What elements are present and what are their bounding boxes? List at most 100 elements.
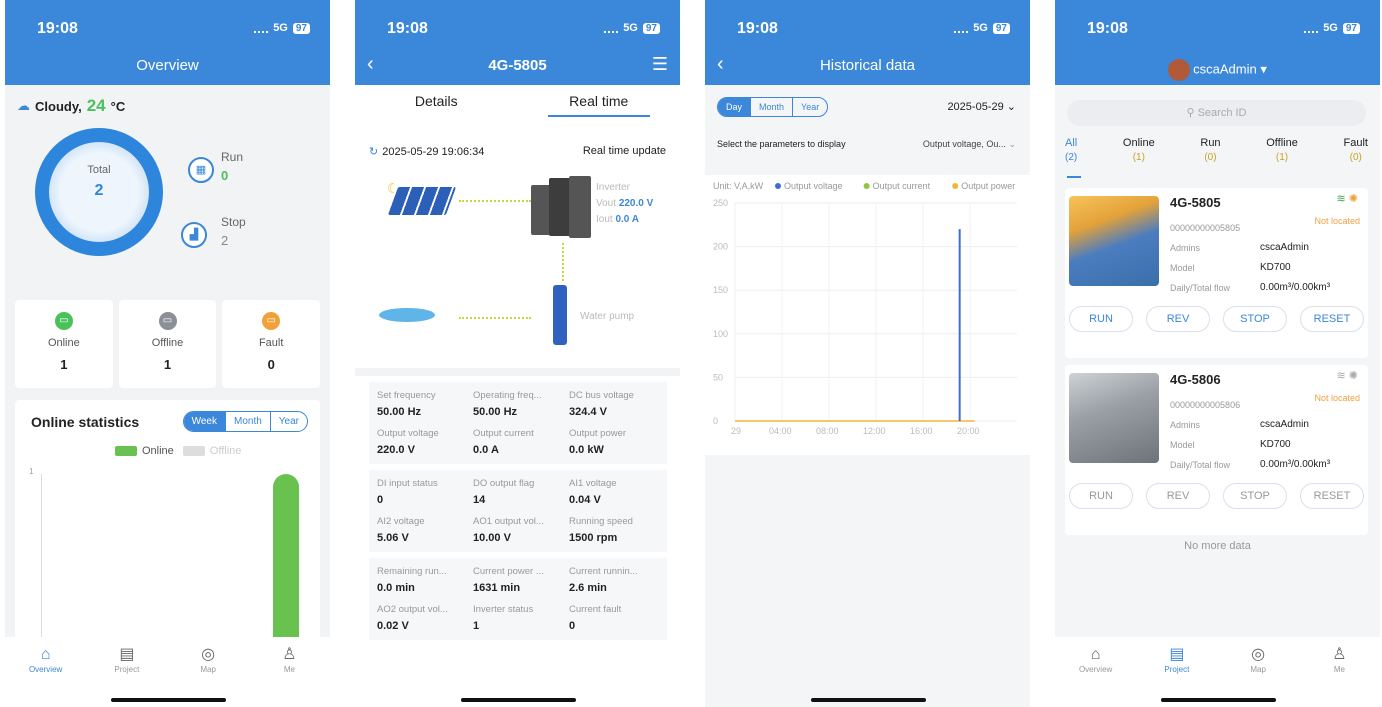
seg-year[interactable]: Year: [269, 412, 307, 431]
param-label: DO output flag: [473, 478, 535, 489]
card-label: Fault: [258, 337, 284, 349]
battery-icon: 97: [292, 22, 310, 34]
total-value: 2: [94, 182, 104, 199]
tab-realtime[interactable]: Real time: [518, 85, 681, 125]
status-cards: ▭ Online 1 ▭ Offline 1 ▭ Fault 0: [15, 300, 321, 388]
info-value: cscaAdmin: [1260, 242, 1309, 253]
stop-icon: ▟: [181, 222, 207, 248]
active-tab-indicator: [1067, 176, 1081, 178]
monitor-icon: ▭: [54, 312, 73, 330]
run-button[interactable]: RUN: [1069, 483, 1133, 509]
nav-map[interactable]: ◎ Map: [168, 637, 249, 707]
fault-card[interactable]: ▭ Fault 0: [222, 300, 321, 388]
card-label: Online: [47, 337, 80, 349]
param-label: AI2 voltage: [377, 516, 425, 527]
legend-dot: [863, 183, 870, 189]
info-value: KD700: [1260, 262, 1291, 273]
weather: ☁ Cloudy, 24 °C: [17, 96, 125, 116]
stop-button[interactable]: STOP: [1223, 306, 1287, 332]
nav-overview[interactable]: ⌂ Overview: [1055, 637, 1136, 707]
tab-bar: Details Real time: [355, 85, 680, 125]
reset-button[interactable]: RESET: [1300, 483, 1364, 509]
filter-run[interactable]: Run (0): [1200, 137, 1220, 163]
header: 19:08 5G 97 ‹ 4G-5805 ☰: [355, 0, 680, 85]
online-card[interactable]: ▭ Online 1: [15, 300, 113, 388]
nav-me[interactable]: ♙ Me: [249, 637, 330, 707]
rev-button[interactable]: REV: [1146, 306, 1210, 332]
param-value: 1500 rpm: [569, 532, 618, 544]
param-cell: Operating freq... 50.00 Hz: [473, 390, 563, 422]
tab-details[interactable]: Details: [355, 85, 518, 125]
legend-offline: Offline: [209, 445, 242, 457]
nav-label: Map: [1250, 665, 1266, 674]
nav-project[interactable]: ▤ Project: [86, 637, 167, 707]
divider: [355, 368, 680, 376]
param-value: 220.0 V: [377, 444, 415, 456]
run-button[interactable]: RUN: [1069, 306, 1133, 332]
water-pump-icon: [553, 285, 567, 345]
seg-year[interactable]: Year: [792, 98, 827, 116]
menu-icon[interactable]: ☰: [652, 54, 668, 75]
device-card[interactable]: 4G-5806 ≋ ✺ Not located 00000000005806 A…: [1065, 365, 1368, 535]
search-input[interactable]: ⚲ Search ID: [1067, 100, 1366, 126]
param-row: Set frequency 50.00 Hz Operating freq... 50…: [369, 382, 667, 426]
seg-month[interactable]: Month: [224, 412, 270, 431]
stop-button[interactable]: STOP: [1223, 483, 1287, 509]
project-screen: 19:08 5G 97 cscaAdmin ▾ ⚲ Search ID All (2…: [1055, 0, 1380, 707]
home-icon: ⌂: [40, 646, 51, 663]
card-label: Offline: [151, 337, 184, 349]
realtime-update-button[interactable]: Real time update: [583, 145, 666, 157]
page-title: 4G-5805: [488, 57, 547, 74]
avatar: [1168, 59, 1191, 81]
param-label: Remaining run...: [377, 566, 447, 577]
info-label: Model: [1170, 440, 1195, 450]
param-label: DC bus voltage: [569, 390, 634, 401]
nav-overview[interactable]: ⌂ Overview: [5, 637, 86, 707]
param-cell: DC bus voltage 324.4 V: [569, 390, 659, 422]
device-card[interactable]: 4G-5805 ≋ ✺ Not located 00000000005805 A…: [1065, 188, 1368, 358]
param-value: 0: [569, 620, 576, 632]
online-bar: [273, 474, 299, 640]
param-label: Output current: [473, 428, 534, 439]
filter-fault[interactable]: Fault (0): [1344, 137, 1368, 163]
y-tick-label: 150: [713, 285, 728, 295]
user-switcher[interactable]: cscaAdmin ▾: [1055, 59, 1380, 81]
info-value: 0.00m³/0.00km³: [1260, 282, 1331, 293]
param-row: AO2 output vol... 0.02 V Inverter status 1 C…: [369, 602, 667, 640]
run-icon: ▦: [188, 157, 214, 183]
map-pin-icon: ◎: [1251, 646, 1266, 663]
nav-project[interactable]: ▤ Project: [1136, 637, 1217, 707]
y-tick-label: 250: [713, 198, 728, 208]
rev-button[interactable]: REV: [1146, 483, 1210, 509]
param-value: 0.04 V: [569, 494, 601, 506]
username: cscaAdmin: [1193, 61, 1257, 77]
nav-me[interactable]: ♙ Me: [1299, 637, 1380, 707]
seg-month[interactable]: Month: [750, 98, 792, 116]
reset-button[interactable]: RESET: [1300, 306, 1364, 332]
info-label: Daily/Total flow: [1170, 283, 1231, 293]
parameter-selector[interactable]: Select the parameters to display Output v…: [717, 139, 1016, 150]
filter-offline[interactable]: Offline (1): [1266, 137, 1298, 163]
filter-online[interactable]: Online (1): [1123, 137, 1155, 163]
y-axis: [41, 474, 42, 640]
filter-count: (2): [1065, 152, 1078, 163]
network-label: 5G: [1323, 22, 1338, 34]
overview-screen: 19:08 5G 97 Overview ☁ Cloudy, 24 °C Total 2 …: [5, 0, 330, 707]
filter-label: All: [1065, 137, 1078, 149]
page-title: Overview: [136, 57, 199, 74]
filter-count: (1): [1275, 152, 1289, 163]
filter-all[interactable]: All (2): [1065, 137, 1077, 163]
param-value: 0: [377, 494, 384, 506]
home-indicator: [461, 698, 576, 702]
run-label: Run: [221, 150, 244, 164]
stop-value: 2: [221, 233, 229, 248]
param-value: 1: [473, 620, 480, 632]
offline-card[interactable]: ▭ Offline 1: [118, 300, 217, 388]
stat-title: Online statistics: [31, 414, 140, 430]
nav-map[interactable]: ◎ Map: [1218, 637, 1299, 707]
date-picker[interactable]: 2025-05-29 ⌄: [947, 100, 1016, 113]
seg-week[interactable]: Week: [183, 412, 225, 431]
bottom-nav: ⌂ Overview ▤ Project ◎ Map ♙ Me: [5, 637, 330, 707]
seg-day[interactable]: Day: [718, 98, 751, 116]
solar-panel-icon: [387, 187, 457, 215]
